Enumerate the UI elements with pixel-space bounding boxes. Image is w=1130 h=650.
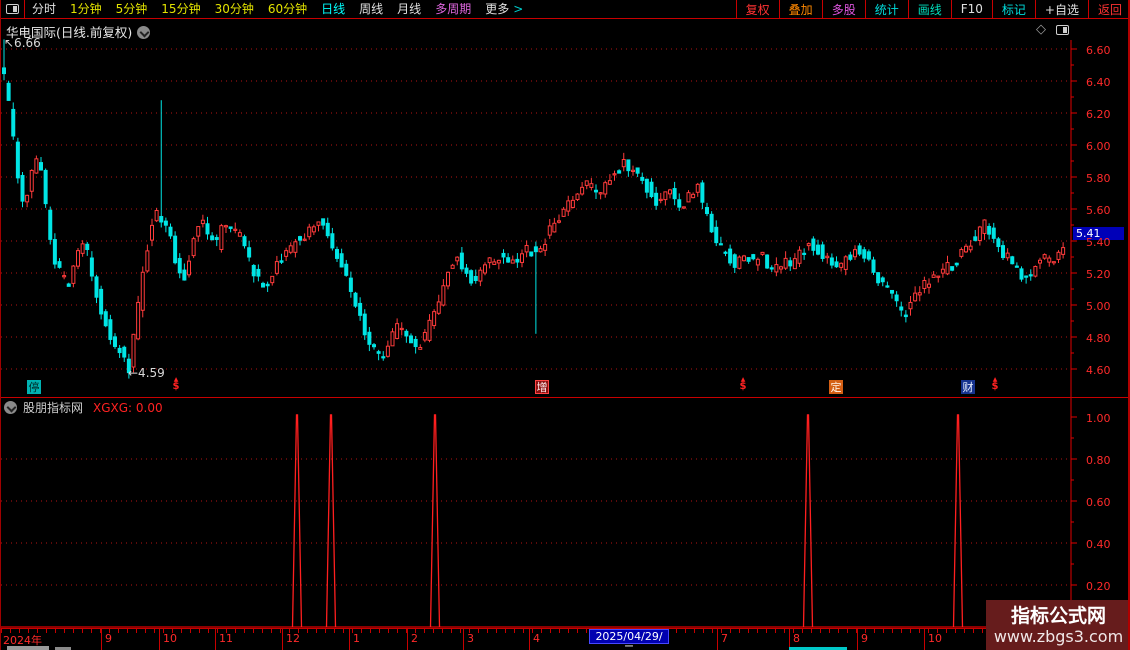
- month-label: 3: [467, 632, 474, 645]
- panel-toggle-icon[interactable]: [1056, 24, 1069, 35]
- panel-toggle-icon: [6, 4, 19, 14]
- toolbar-period-10[interactable]: 多周期: [428, 0, 478, 18]
- event-badge-定[interactable]: 定: [829, 380, 843, 394]
- price-axis-label: 4.80: [1086, 332, 1111, 345]
- date-axis: 2024年 2025/04/29/二 9 10 11 12 1 2 3 4 7 8 9 10: [1, 629, 1130, 650]
- month-label: 10: [163, 632, 177, 645]
- toolbar-period-7[interactable]: 日线: [314, 0, 352, 18]
- indicator-axis-label: 0.40: [1086, 538, 1111, 551]
- dollar-event-icon[interactable]: ▲ $: [170, 377, 182, 392]
- price-axis-label: 5.40: [1086, 236, 1111, 249]
- month-label: 11: [219, 632, 233, 645]
- indicator-axis-label: 0.80: [1086, 454, 1111, 467]
- price-axis-label: 6.60: [1086, 44, 1111, 57]
- toolbar-action-5[interactable]: 画线: [907, 0, 951, 18]
- toolbar-period-4[interactable]: 15分钟: [154, 0, 207, 18]
- indicator-chart[interactable]: [1, 398, 1130, 628]
- price-axis-label: 5.00: [1086, 300, 1111, 313]
- event-badge-增[interactable]: 增: [535, 380, 549, 394]
- price-axis-label: 5.60: [1086, 204, 1111, 217]
- indicator-axis-label: 0.60: [1086, 496, 1111, 509]
- chart-title-row: 华电国际(日线.前复权) ◇: [1, 20, 1130, 40]
- month-separator: [857, 629, 858, 650]
- watermark-box: 指标公式网 www.zbgs3.com: [986, 600, 1130, 650]
- price-axis-label: 5.20: [1086, 268, 1111, 281]
- month-separator: [924, 629, 925, 650]
- candlestick-chart[interactable]: [1, 38, 1130, 397]
- toolbar-action-7[interactable]: 标记: [991, 0, 1035, 18]
- month-separator: [717, 629, 718, 650]
- month-label: 7: [721, 632, 728, 645]
- more-chevron-icon: >: [513, 2, 524, 16]
- toolbar-period-3[interactable]: 5分钟: [109, 0, 155, 18]
- month-separator: [349, 629, 350, 650]
- period-toolbar-left: 分时 1分钟 5分钟 15分钟 30分钟 60分钟 日线 周线 月线 多周期 更多 >: [1, 0, 530, 18]
- selected-date-box: 2025/04/29/二: [589, 629, 669, 650]
- watermark-title: 指标公式网: [1010, 604, 1106, 627]
- chart-corner-icons: ◇: [1036, 22, 1069, 37]
- period-toolbar: 分时 1分钟 5分钟 15分钟 30分钟 60分钟 日线 周线 月线 多周期 更多 > 复权 叠加 多股统…: [1, 0, 1130, 19]
- clipped-row-fragment: [7, 646, 49, 650]
- month-separator: [159, 629, 160, 650]
- month-separator: [282, 629, 283, 650]
- month-separator: [463, 629, 464, 650]
- month-label: 8: [793, 632, 800, 645]
- dollar-event-icon[interactable]: ▲ $: [989, 377, 1001, 392]
- toolbar-action-8[interactable]: +自选: [1034, 0, 1088, 18]
- watermark-url: www.zbgs3.com: [993, 626, 1124, 646]
- toolbar-action-2[interactable]: 叠加: [778, 0, 822, 18]
- toolbar-period-5[interactable]: 30分钟: [208, 0, 261, 18]
- month-label: 1: [353, 632, 360, 645]
- toolbar-period-8[interactable]: 周线: [352, 0, 390, 18]
- toolbar-period-2[interactable]: 1分钟: [63, 0, 109, 18]
- toolbar-period-11[interactable]: 更多 >: [478, 0, 530, 18]
- month-label: 12: [286, 632, 300, 645]
- toolbar-action-9[interactable]: 返回: [1087, 0, 1130, 18]
- month-separator: [529, 629, 530, 650]
- month-separator: [215, 629, 216, 650]
- layout-toggle-button[interactable]: [1, 0, 25, 18]
- price-axis-label: 6.00: [1086, 140, 1111, 153]
- price-axis-label: 4.60: [1086, 364, 1111, 377]
- month-label: 2: [411, 632, 418, 645]
- toolbar-action-3[interactable]: 多股: [821, 0, 865, 18]
- toolbar-action-1[interactable]: 复权: [735, 0, 779, 18]
- toolbar-period-6[interactable]: 60分钟: [261, 0, 314, 18]
- price-axis-label: 6.20: [1086, 108, 1111, 121]
- dollar-event-icon[interactable]: ▲ $: [737, 377, 749, 392]
- event-badge-停[interactable]: 停: [27, 380, 41, 394]
- month-label: 10: [928, 632, 942, 645]
- diamond-icon[interactable]: ◇: [1036, 22, 1046, 37]
- month-label: 4: [533, 632, 540, 645]
- price-axis-label: 5.80: [1086, 172, 1111, 185]
- toolbar-period-9[interactable]: 月线: [390, 0, 428, 18]
- month-separator: [407, 629, 408, 650]
- month-label: 9: [861, 632, 868, 645]
- trading-app-window: 分时 1分钟 5分钟 15分钟 30分钟 60分钟 日线 周线 月线 多周期 更多 > 复权 叠加 多股统…: [0, 0, 1130, 650]
- action-toolbar: 复权 叠加 多股 统计 画线 F10 标记 +自选 返回: [735, 0, 1130, 18]
- month-label: 9: [105, 632, 112, 645]
- toolbar-action-4[interactable]: 统计: [864, 0, 908, 18]
- low-price-annotation: ←4.59: [128, 366, 165, 380]
- price-axis-label: 6.40: [1086, 76, 1111, 89]
- toolbar-period-1[interactable]: 分时: [25, 0, 63, 18]
- indicator-axis-label: 1.00: [1086, 412, 1111, 425]
- event-badge-财[interactable]: 财: [961, 380, 975, 394]
- toolbar-action-6[interactable]: F10: [950, 0, 992, 18]
- high-price-annotation: ↖6.66: [4, 36, 41, 50]
- indicator-axis-label: 0.20: [1086, 580, 1111, 593]
- month-separator: [101, 629, 102, 650]
